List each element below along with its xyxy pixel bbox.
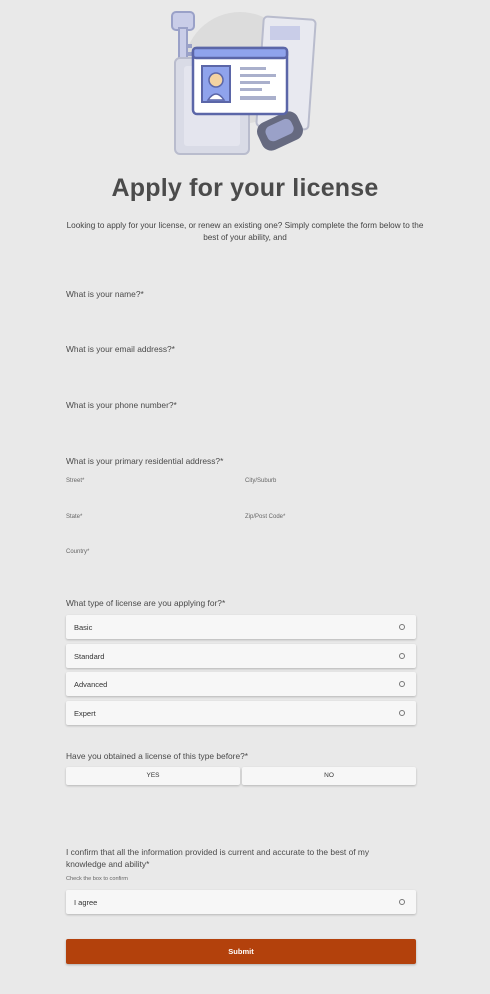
radio-circle-icon bbox=[399, 681, 405, 687]
license-type-question: What type of license are you applying fo… bbox=[66, 598, 226, 608]
address-question: What is your primary residential address… bbox=[66, 456, 224, 466]
confirm-statement: I confirm that all the information provi… bbox=[66, 847, 370, 869]
phone-question: What is your phone number?* bbox=[66, 400, 177, 410]
agree-label: I agree bbox=[74, 898, 98, 907]
license-option-advanced[interactable]: Advanced bbox=[66, 672, 416, 696]
street-label: Street* bbox=[66, 478, 85, 484]
radio-circle-icon bbox=[399, 624, 405, 630]
page-title: Apply for your license bbox=[111, 174, 379, 202]
confirm-hint: Check the box to confirm bbox=[66, 876, 128, 882]
license-illustration-icon bbox=[171, 11, 317, 155]
option-label: Basic bbox=[74, 623, 93, 632]
agree-checkbox[interactable]: I agree bbox=[66, 890, 416, 914]
license-option-expert[interactable]: Expert bbox=[66, 701, 416, 725]
obtained-before-question: Have you obtained a license of this type… bbox=[66, 751, 249, 761]
intro-text: Looking to apply for your license, or re… bbox=[66, 221, 424, 242]
city-label: City/Suburb bbox=[245, 478, 277, 484]
license-option-basic[interactable]: Basic bbox=[66, 615, 416, 639]
license-option-standard[interactable]: Standard bbox=[66, 644, 416, 668]
zip-label: Zip/Post Code* bbox=[245, 514, 286, 520]
submit-button[interactable]: Submit bbox=[66, 939, 416, 964]
radio-circle-icon bbox=[399, 653, 405, 659]
checkbox-circle-icon bbox=[399, 899, 405, 905]
option-label: Expert bbox=[74, 709, 96, 718]
option-label: Advanced bbox=[74, 680, 108, 689]
email-question: What is your email address?* bbox=[66, 344, 175, 354]
name-question: What is your name?* bbox=[66, 289, 144, 299]
yes-button[interactable]: YES bbox=[66, 767, 240, 785]
state-label: State* bbox=[66, 514, 83, 520]
option-label: Standard bbox=[74, 652, 105, 661]
no-button[interactable]: NO bbox=[242, 767, 416, 785]
radio-circle-icon bbox=[399, 710, 405, 716]
country-label: Country* bbox=[66, 549, 90, 555]
